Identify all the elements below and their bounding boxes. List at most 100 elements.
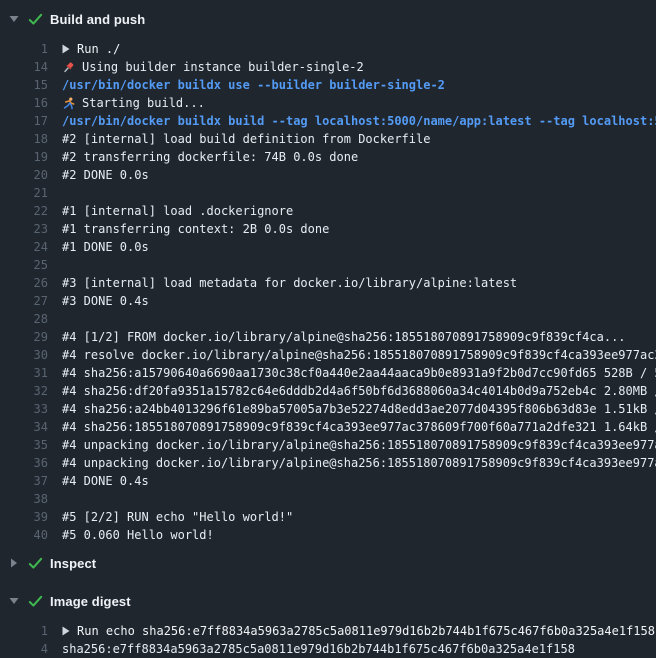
log-line: 27 #3 DONE 0.4s (0, 292, 656, 310)
log-line: 4 sha256:e7ff8834a5963a2785c5a0811e979d16… (0, 640, 656, 658)
log-line: 34 #4 sha256:185518070891758909c9f839cf4c… (0, 418, 656, 436)
line-text: #1 transferring context: 2B 0.0s done (62, 220, 656, 238)
line-number[interactable]: 23 (0, 220, 48, 238)
line-text[interactable]: Run ./ (62, 40, 656, 58)
log-line: 14 Using builder instance builder-single-… (0, 58, 656, 76)
log-line: 18 #2 [internal] load build definition fr… (0, 130, 656, 148)
step-header-build-and-push[interactable]: Build and push (0, 0, 656, 38)
chevron-down-icon[interactable] (8, 597, 19, 605)
line-text-content: #1 [internal] load .dockerignore (62, 202, 293, 220)
line-number[interactable]: 38 (0, 490, 48, 508)
check-icon (28, 557, 43, 570)
line-number[interactable]: 18 (0, 130, 48, 148)
line-number[interactable]: 39 (0, 508, 48, 526)
line-number[interactable]: 26 (0, 274, 48, 292)
play-icon[interactable] (62, 626, 70, 636)
line-number[interactable]: 4 (0, 640, 48, 658)
line-text: Starting build... (62, 94, 656, 112)
log-line: 33 #4 sha256:a24bb4013296f61e89ba57005a7b… (0, 400, 656, 418)
log-line: 23 #1 transferring context: 2B 0.0s done (0, 220, 656, 238)
step-title: Inspect (50, 556, 96, 571)
log-line: 31 #4 sha256:a15790640a6690aa1730c38cf0a4… (0, 364, 656, 382)
log-line: 16 Starting build... (0, 94, 656, 112)
line-text: Using builder instance builder-single-2 (62, 58, 656, 76)
line-number[interactable]: 34 (0, 418, 48, 436)
line-number[interactable]: 40 (0, 526, 48, 544)
line-text-content: #4 sha256:a15790640a6690aa1730c38cf0a440… (62, 364, 656, 382)
line-text-content: #4 sha256:a24bb4013296f61e89ba57005a7b3e… (62, 400, 656, 418)
step-title: Image digest (50, 594, 131, 609)
line-text-content: #1 DONE 0.0s (62, 238, 149, 256)
line-number[interactable]: 16 (0, 94, 48, 112)
line-number[interactable]: 35 (0, 436, 48, 454)
line-text-content: #4 sha256:df20fa9351a15782c64e6dddb2d4a6… (62, 382, 656, 400)
line-text: #4 resolve docker.io/library/alpine@sha2… (62, 346, 656, 364)
line-text-content: #2 [internal] load build definition from… (62, 130, 430, 148)
line-text-content: #5 [2/2] RUN echo "Hello world!" (62, 508, 293, 526)
line-text: #4 sha256:185518070891758909c9f839cf4ca3… (62, 418, 656, 436)
line-number[interactable]: 30 (0, 346, 48, 364)
line-number[interactable]: 29 (0, 328, 48, 346)
line-number[interactable]: 33 (0, 400, 48, 418)
line-number[interactable]: 1 (0, 622, 48, 640)
runner-icon (62, 97, 75, 110)
line-number[interactable]: 31 (0, 364, 48, 382)
step-log-image-digest: 1 Run echo sha256:e7ff8834a5963a2785c5a08… (0, 620, 656, 658)
line-text-content: Starting build... (82, 94, 205, 112)
line-number[interactable]: 20 (0, 166, 48, 184)
line-number[interactable]: 22 (0, 202, 48, 220)
line-text-content: #4 unpacking docker.io/library/alpine@sh… (62, 454, 656, 472)
line-text-content: #3 DONE 0.4s (62, 292, 149, 310)
line-number[interactable]: 14 (0, 58, 48, 76)
line-number[interactable]: 1 (0, 40, 48, 58)
log-line: 1 Run echo sha256:e7ff8834a5963a2785c5a08… (0, 622, 656, 640)
line-text[interactable]: Run echo sha256:e7ff8834a5963a2785c5a081… (62, 622, 656, 640)
line-text-content: #4 [1/2] FROM docker.io/library/alpine@s… (62, 328, 626, 346)
line-text-content: /usr/bin/docker buildx build --tag local… (62, 112, 656, 130)
line-text-content: #4 DONE 0.4s (62, 472, 149, 490)
line-text-content: sha256:e7ff8834a5963a2785c5a0811e979d16b… (62, 640, 575, 658)
chevron-down-icon[interactable] (8, 15, 19, 23)
log-line: 20 #2 DONE 0.0s (0, 166, 656, 184)
pushpin-icon (62, 61, 75, 74)
step-title: Build and push (50, 12, 145, 27)
line-text: #1 DONE 0.0s (62, 238, 656, 256)
line-number[interactable]: 21 (0, 184, 48, 202)
log-line: 32 #4 sha256:df20fa9351a15782c64e6dddb2d4… (0, 382, 656, 400)
line-number[interactable]: 28 (0, 310, 48, 328)
line-text: #2 DONE 0.0s (62, 166, 656, 184)
step-header-image-digest[interactable]: Image digest (0, 582, 656, 620)
log-line: 39 #5 [2/2] RUN echo "Hello world!" (0, 508, 656, 526)
line-text-content: Run ./ (77, 40, 120, 58)
log-line: 40 #5 0.060 Hello world! (0, 526, 656, 544)
line-number[interactable]: 17 (0, 112, 48, 130)
step-log-build-and-push: 1 Run ./ 14 Using builder instance builder-… (0, 38, 656, 544)
play-icon[interactable] (62, 44, 70, 54)
line-number[interactable]: 27 (0, 292, 48, 310)
line-number[interactable]: 15 (0, 76, 48, 94)
line-number[interactable]: 32 (0, 382, 48, 400)
chevron-right-icon[interactable] (8, 558, 19, 568)
log-line: 37 #4 DONE 0.4s (0, 472, 656, 490)
line-text: #4 sha256:a24bb4013296f61e89ba57005a7b3e… (62, 400, 656, 418)
line-text-content: #2 transferring dockerfile: 74B 0.0s don… (62, 148, 358, 166)
line-text: #4 DONE 0.4s (62, 472, 656, 490)
line-number[interactable]: 36 (0, 454, 48, 472)
line-number[interactable]: 24 (0, 238, 48, 256)
log-line: 21 (0, 184, 656, 202)
line-number[interactable]: 19 (0, 148, 48, 166)
line-text-content: /usr/bin/docker buildx use --builder bui… (62, 76, 445, 94)
line-text: #4 [1/2] FROM docker.io/library/alpine@s… (62, 328, 656, 346)
step-header-inspect[interactable]: Inspect (0, 544, 656, 582)
line-number[interactable]: 37 (0, 472, 48, 490)
line-text: #4 sha256:df20fa9351a15782c64e6dddb2d4a6… (62, 382, 656, 400)
line-number[interactable]: 25 (0, 256, 48, 274)
log-line: 19 #2 transferring dockerfile: 74B 0.0s d… (0, 148, 656, 166)
line-text: #2 [internal] load build definition from… (62, 130, 656, 148)
log-line: 30 #4 resolve docker.io/library/alpine@sh… (0, 346, 656, 364)
line-text-content: Run echo sha256:e7ff8834a5963a2785c5a081… (77, 622, 655, 640)
line-text-content: #5 0.060 Hello world! (62, 526, 214, 544)
line-text: #5 [2/2] RUN echo "Hello world!" (62, 508, 656, 526)
line-text-content: #4 unpacking docker.io/library/alpine@sh… (62, 436, 656, 454)
line-text: /usr/bin/docker buildx use --builder bui… (62, 76, 656, 94)
